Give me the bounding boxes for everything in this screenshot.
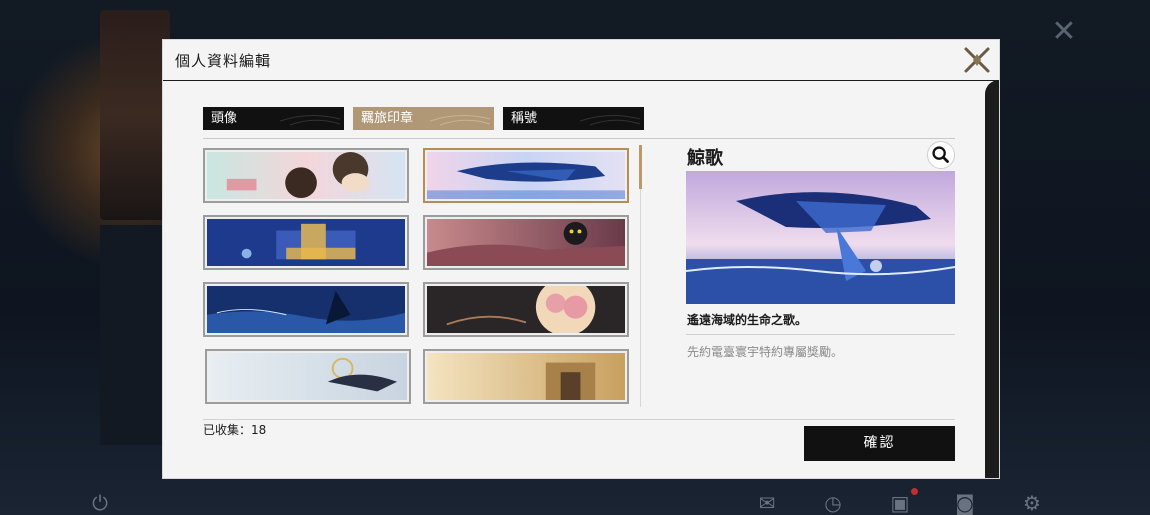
- collected-count: 已收集：18: [203, 423, 267, 437]
- tab-travel-stamp-label: 羈旅印章: [361, 111, 414, 126]
- dialog-edge-decoration: [985, 80, 999, 478]
- scrollbar-thumb[interactable]: [639, 145, 642, 189]
- stamp-card[interactable]: [203, 215, 409, 270]
- tab-divider: [203, 138, 955, 139]
- stamp-card[interactable]: [423, 349, 629, 404]
- background-character-panel: [100, 10, 170, 220]
- tab-deco-lines: [430, 115, 490, 126]
- close-icon[interactable]: [963, 46, 991, 74]
- stamp-card[interactable]: [423, 282, 629, 337]
- bottom-toolbar: ⏻ ✉ ◷ ▣ ◙ ⚙: [0, 478, 1150, 515]
- clock-icon[interactable]: ◷: [821, 492, 845, 514]
- stamp-art-whale: [427, 152, 625, 199]
- detail-divider: [686, 334, 955, 335]
- tab-deco-lines: [280, 115, 340, 126]
- stamp-card[interactable]: [203, 282, 409, 337]
- footer-divider: [203, 419, 955, 420]
- tab-deco-lines: [580, 115, 640, 126]
- tab-avatar[interactable]: 頭像: [203, 107, 344, 130]
- zoom-button[interactable]: [927, 141, 955, 169]
- stamp-card-selected[interactable]: [423, 148, 629, 203]
- stamp-art-golden-city: [427, 353, 625, 400]
- stamp-name: 鯨歌: [687, 148, 723, 169]
- tab-avatar-label: 頭像: [211, 111, 238, 126]
- stamp-description: 遙遠海域的生命之歌。: [687, 313, 808, 327]
- background-close-icon: ✕: [1051, 14, 1077, 49]
- power-icon[interactable]: ⏻: [88, 492, 112, 514]
- stamp-card[interactable]: [423, 215, 629, 270]
- stamp-card[interactable]: [205, 349, 411, 404]
- settings-gear-icon[interactable]: ⚙: [1020, 492, 1044, 514]
- dialog-title: 個人資料編輯: [175, 52, 272, 70]
- tab-title[interactable]: 稱號: [503, 107, 644, 130]
- stamp-art-ocean-butterfly: [207, 286, 405, 333]
- profile-edit-dialog: 個人資料編輯 頭像 羈旅印章 稱號 鯨歌 遙遠海域的生命之歌。 先約電臺寰宇特約…: [163, 40, 999, 478]
- background-info-panel: [100, 225, 170, 445]
- magnifier-icon: [932, 146, 949, 163]
- stamp-source: 先約電臺寰宇特約專屬獎勵。: [687, 345, 844, 359]
- stamp-art-characters: [207, 152, 405, 199]
- stamp-card[interactable]: [203, 148, 409, 203]
- mail-icon[interactable]: ✉: [755, 492, 779, 514]
- camera-icon[interactable]: ◙: [953, 492, 977, 514]
- stamp-art-white-dragon: [209, 353, 407, 400]
- tab-title-label: 稱號: [511, 111, 538, 126]
- notification-badge: [911, 488, 918, 495]
- stamp-art-palace: [207, 219, 405, 266]
- confirm-button[interactable]: 確認: [804, 426, 955, 461]
- stamp-art-black-cat: [427, 219, 625, 266]
- dialog-header: 個人資料編輯: [163, 40, 999, 81]
- stamp-preview-image: [685, 171, 956, 304]
- stamp-art-cherry-blossom: [427, 286, 625, 333]
- notice-icon[interactable]: ▣: [888, 492, 912, 514]
- tab-travel-stamp[interactable]: 羈旅印章: [353, 107, 494, 130]
